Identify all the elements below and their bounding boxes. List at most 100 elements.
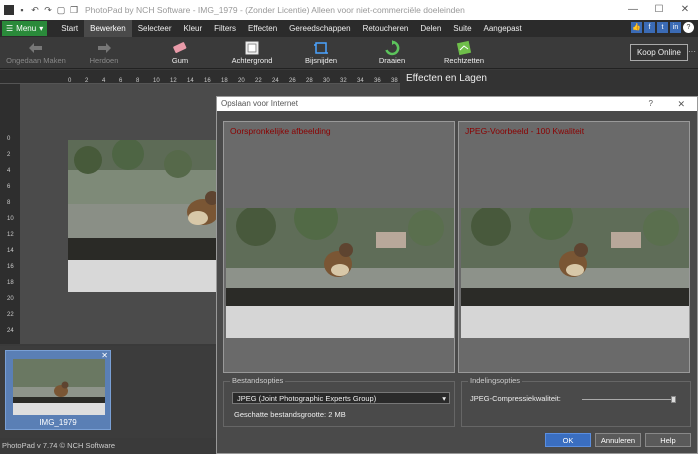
hamburger-icon: ☰ xyxy=(6,24,14,33)
background-icon xyxy=(226,39,278,56)
more-icon[interactable]: ··· xyxy=(688,47,696,56)
tab-gereedschappen[interactable]: Gereedschappen xyxy=(283,20,356,37)
undo-button[interactable]: Ongedaan Maken xyxy=(6,39,66,65)
cancel-button[interactable]: Annuleren xyxy=(595,433,641,447)
tab-filters[interactable]: Filters xyxy=(208,20,242,37)
preview-caption: JPEG-Voorbeeld - 100 Kwaliteit xyxy=(465,126,585,136)
menu-button[interactable]: ☰ Menu ▾ xyxy=(2,21,48,36)
ruler-tick: 16 xyxy=(7,264,14,270)
like-icon[interactable]: 👍 xyxy=(631,22,642,33)
chevron-down-icon: ▾ xyxy=(39,24,44,33)
redo-icon xyxy=(82,39,126,56)
ribbon-toolbar: Ongedaan Maken Herdoen Gum Achtergrond B… xyxy=(0,37,698,69)
ruler-tick: 20 xyxy=(7,296,14,302)
help-icon[interactable]: ? xyxy=(683,22,694,33)
tab-aangepast[interactable]: Aangepast xyxy=(478,20,528,37)
crop-icon xyxy=(298,39,344,56)
quick-access-toolbar: ▪ ↶ ↷ ▢ ❐ xyxy=(0,5,79,15)
linkedin-icon[interactable]: in xyxy=(670,22,681,33)
ruler-tick: 12 xyxy=(7,232,14,238)
status-bar: PhotoPad v 7.74 © NCH Software xyxy=(0,438,220,454)
rotate-icon xyxy=(374,39,410,56)
layout-options-group: Indelingsopties JPEG-Compressiekwaliteit… xyxy=(461,376,691,427)
file-options-label: Bestandsopties xyxy=(230,376,286,385)
ruler-tick: 4 xyxy=(7,168,11,174)
chevron-down-icon: ▾ xyxy=(442,394,446,403)
tab-selecteer[interactable]: Selecteer xyxy=(132,20,178,37)
quality-slider[interactable] xyxy=(582,396,676,403)
undo-label: Ongedaan Maken xyxy=(6,56,66,65)
minimize-icon[interactable]: — xyxy=(620,0,646,20)
ruler-tick: 24 xyxy=(7,328,14,334)
quality-label: JPEG-Compressiekwaliteit: xyxy=(470,394,561,403)
save-for-web-dialog: Opslaan voor Internet ? ✕ Oorspronkelijk… xyxy=(216,96,698,454)
original-preview: Oorspronkelijke afbeelding xyxy=(223,121,455,373)
ruler-tick: 6 xyxy=(7,184,11,190)
dialog-title: Opslaan voor Internet xyxy=(221,99,298,108)
buy-online-button[interactable]: Koop Online xyxy=(629,44,688,61)
canvas-image[interactable] xyxy=(68,138,228,292)
jpeg-preview: JPEG-Voorbeeld - 100 Kwaliteit xyxy=(458,121,690,373)
ruler-tick: 2 xyxy=(7,152,11,158)
tab-retoucheren[interactable]: Retoucheren xyxy=(357,20,415,37)
eraser-button[interactable]: Gum xyxy=(160,39,200,65)
ruler-tick: 22 xyxy=(7,312,14,318)
dialog-close-icon[interactable]: ✕ xyxy=(677,97,685,111)
rotate-label: Draaien xyxy=(378,56,406,65)
tab-suite[interactable]: Suite xyxy=(447,20,477,37)
thumbnail-image xyxy=(13,359,105,415)
dialog-help-icon[interactable]: ? xyxy=(649,97,653,111)
app-icon xyxy=(4,5,14,15)
menu-bar: ☰ Menu ▾ Start Bewerken Selecteer Kleur … xyxy=(0,20,698,37)
tab-bewerken[interactable]: Bewerken xyxy=(84,20,132,37)
copy-icon[interactable]: ❐ xyxy=(69,5,79,15)
quality-slider-handle[interactable] xyxy=(671,396,676,403)
vertical-ruler: 0 2 4 6 8 10 12 14 16 18 20 22 24 xyxy=(0,84,20,344)
layout-options-label: Indelingsopties xyxy=(468,376,523,385)
tab-start[interactable]: Start xyxy=(55,20,84,37)
rotate-button[interactable]: Draaien xyxy=(374,39,410,65)
eraser-icon xyxy=(160,39,200,56)
undo-quick-icon[interactable]: ↶ xyxy=(30,5,40,15)
ruler-tick: 10 xyxy=(7,216,14,222)
eraser-label: Gum xyxy=(171,56,189,65)
new-icon[interactable]: ▢ xyxy=(56,5,66,15)
facebook-icon[interactable]: f xyxy=(644,22,655,33)
thumbnail-label: IMG_1979 xyxy=(39,418,77,427)
redo-button[interactable]: Herdoen xyxy=(82,39,126,65)
straighten-button[interactable]: Rechtzetten xyxy=(440,39,488,65)
effects-panel-title: Effecten en Lagen xyxy=(406,73,487,84)
ruler-tick: 18 xyxy=(7,280,14,286)
tab-delen[interactable]: Delen xyxy=(414,20,447,37)
close-window-icon[interactable]: ✕ xyxy=(672,0,698,20)
format-select[interactable]: JPEG (Joint Photographic Experts Group) … xyxy=(232,392,450,404)
original-caption: Oorspronkelijke afbeelding xyxy=(230,126,331,136)
estimated-size: Geschatte bestandsgrootte: 2 MB xyxy=(234,410,346,419)
image-strip: ✕ IMG_1979 xyxy=(0,346,220,438)
image-thumbnail[interactable]: ✕ IMG_1979 xyxy=(5,350,111,430)
crop-button[interactable]: Bijsnijden xyxy=(298,39,344,65)
ruler-tick: 0 xyxy=(7,136,11,142)
redo-quick-icon[interactable]: ↷ xyxy=(43,5,53,15)
ribbon-tabs: Start Bewerken Selecteer Kleur Filters E… xyxy=(55,20,528,37)
straighten-icon xyxy=(440,39,488,56)
ok-button[interactable]: OK xyxy=(545,433,591,447)
preview-image xyxy=(461,196,689,338)
original-image xyxy=(226,196,454,338)
maximize-icon[interactable]: ☐ xyxy=(646,0,672,20)
tab-effecten[interactable]: Effecten xyxy=(242,20,283,37)
window-title: PhotoPad by NCH Software - IMG_1979 - (Z… xyxy=(85,5,465,15)
horizontal-ruler: 0 2 4 6 8 10 12 14 16 18 20 22 24 26 28 30 32 34 36 38 xyxy=(0,70,400,84)
dialog-title-bar: Opslaan voor Internet ? ✕ xyxy=(217,97,697,111)
social-links: 👍 f t in ? xyxy=(631,22,694,33)
help-button[interactable]: Help xyxy=(645,433,691,447)
save-icon[interactable]: ▪ xyxy=(17,5,27,15)
format-value: JPEG (Joint Photographic Experts Group) xyxy=(237,394,377,403)
title-bar: ▪ ↶ ↷ ▢ ❐ PhotoPad by NCH Software - IMG… xyxy=(0,0,698,20)
window-controls: — ☐ ✕ xyxy=(620,0,698,20)
background-button[interactable]: Achtergrond xyxy=(226,39,278,65)
straighten-label: Rechtzetten xyxy=(443,56,485,65)
twitter-icon[interactable]: t xyxy=(657,22,668,33)
tab-kleur[interactable]: Kleur xyxy=(177,20,208,37)
ruler-tick: 14 xyxy=(7,248,14,254)
